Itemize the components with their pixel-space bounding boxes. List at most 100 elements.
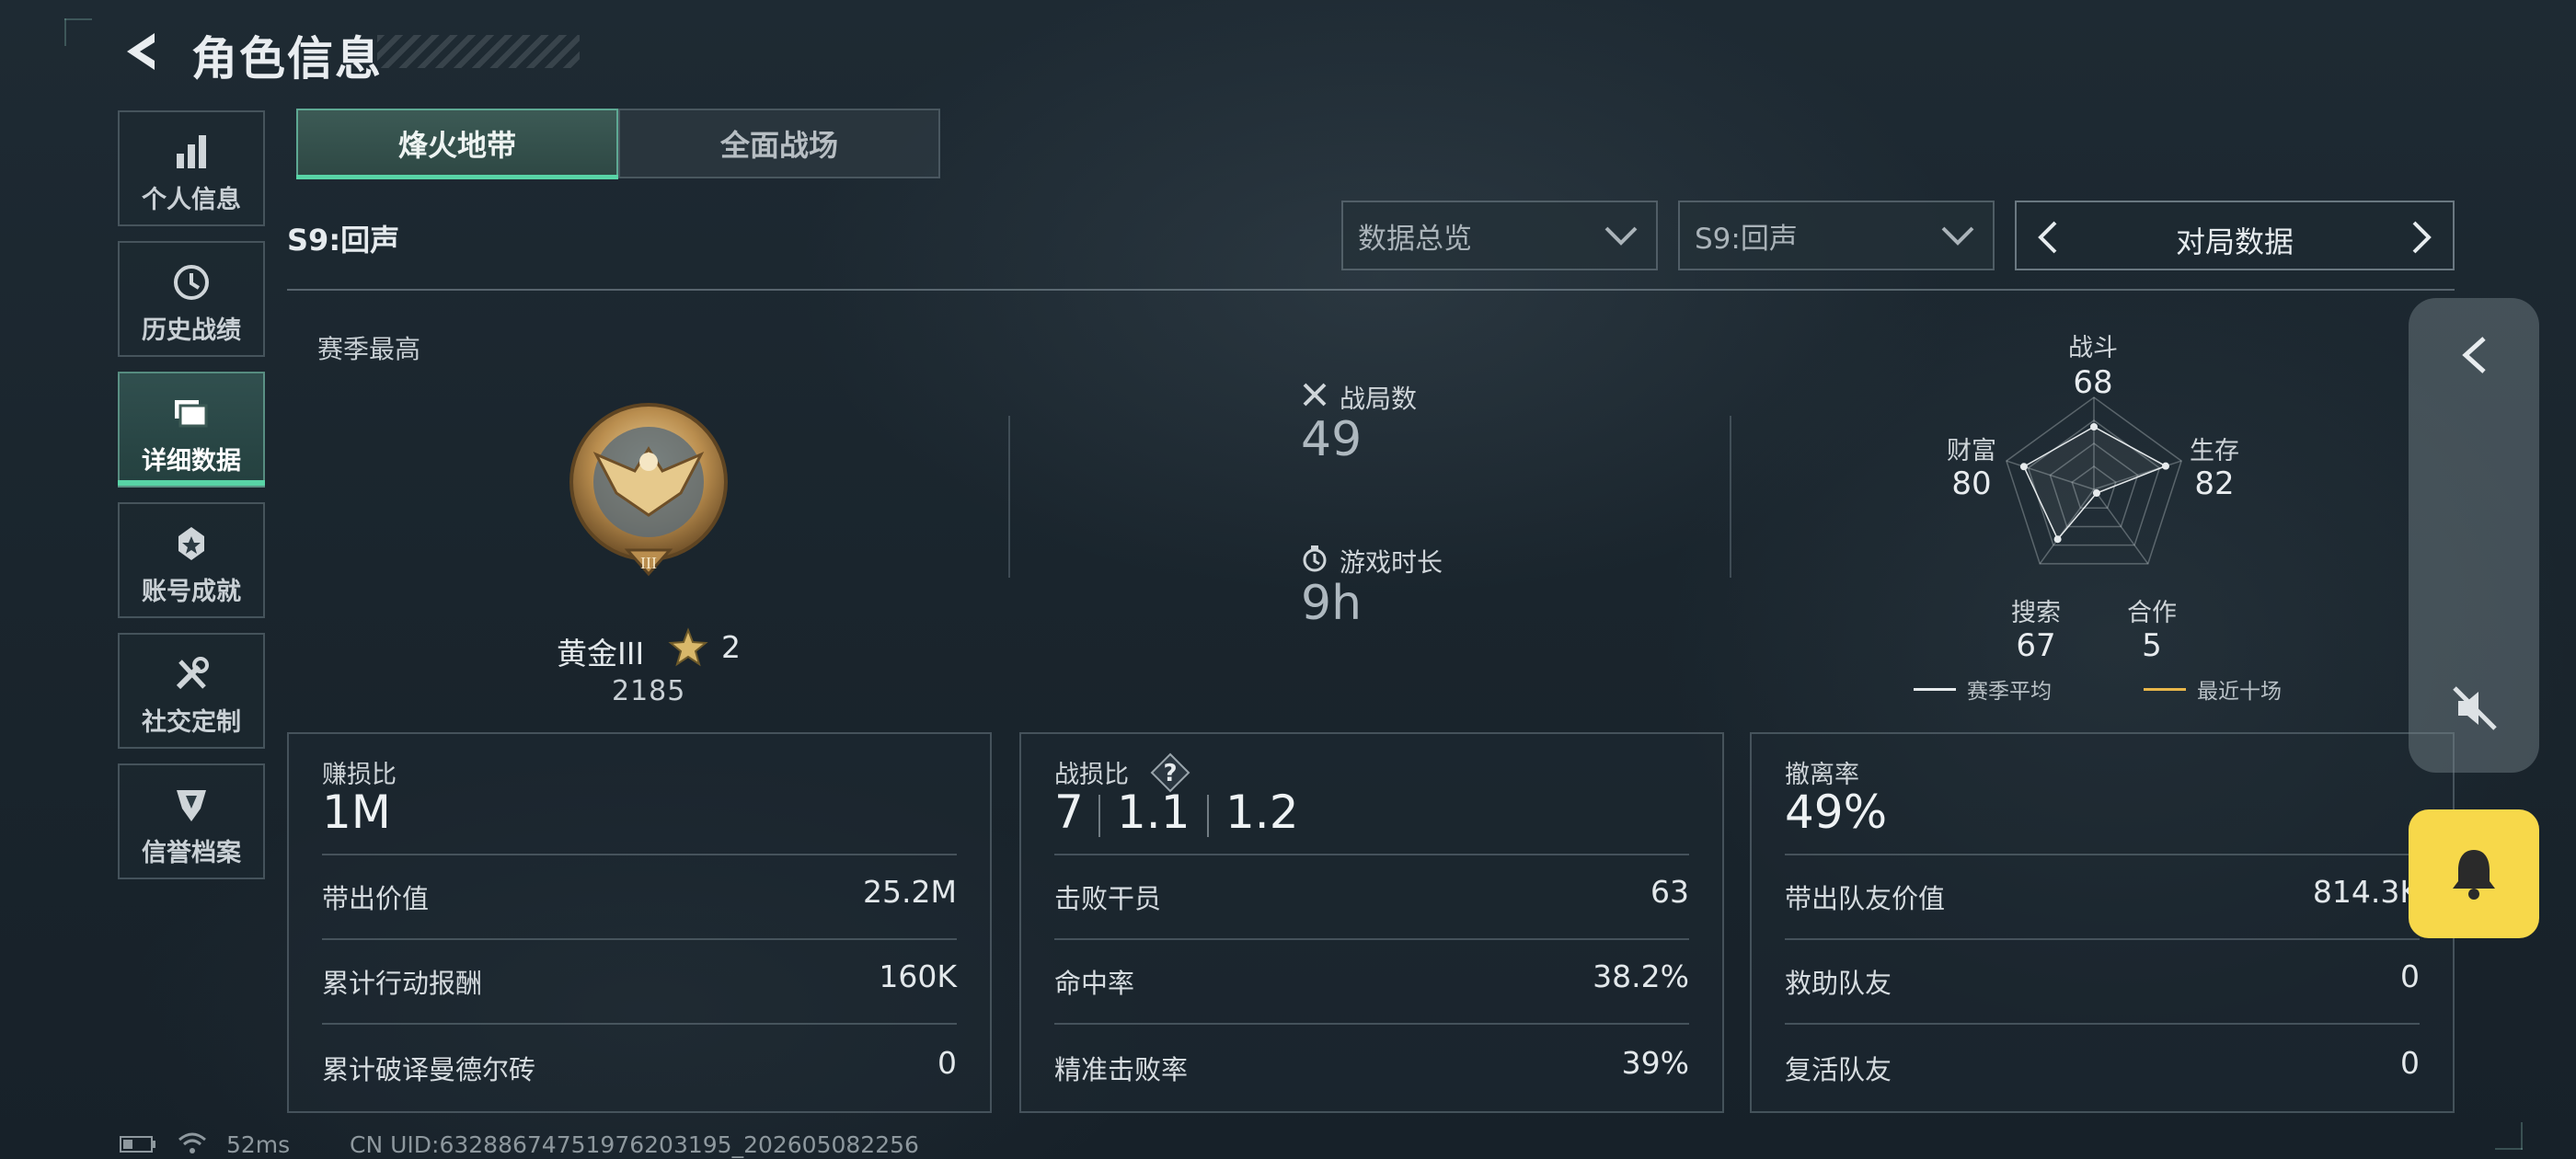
pager-label: 对局数据 <box>2175 224 2294 259</box>
ping-readout: 52ms <box>226 1131 291 1158</box>
radar-value-teamwork: 5 <box>2142 627 2162 664</box>
sidebar-item-personal-info[interactable]: 个人信息 <box>118 110 265 226</box>
row-divider <box>1785 854 2420 855</box>
row-value: 0 <box>2400 1045 2420 1081</box>
card-main-value: 1M <box>322 786 391 839</box>
sidebar-item-label: 社交定制 <box>142 708 241 737</box>
value-separator <box>1098 795 1100 837</box>
row-divider <box>322 854 957 855</box>
radar-label-teamwork: 合作 <box>2127 599 2177 627</box>
crossed-swords-icon <box>1303 383 1327 407</box>
sidebar-item-label: 详细数据 <box>142 447 241 476</box>
tab-full-battlefield[interactable]: 全面战场 <box>618 109 940 178</box>
medal-icon <box>178 527 204 560</box>
svg-text:?: ? <box>1163 760 1177 787</box>
radar-value-wealth: 80 <box>1951 465 1992 502</box>
radar-point <box>2092 489 2100 498</box>
row-label: 带出队友价值 <box>1785 883 1946 914</box>
card-main-value: 49% <box>1785 786 1888 839</box>
legend-swatch-season-avg <box>1914 688 1956 691</box>
radar-value-survival: 82 <box>2194 465 2235 502</box>
row-divider <box>1785 1023 2420 1025</box>
rank-score: 2185 <box>612 675 686 707</box>
kill-death-card: 战损比 ? 7 1.1 1.2 击败干员 63 命中率 38.2% 精准击败率 … <box>1019 732 1724 1113</box>
row-divider <box>1054 1023 1689 1025</box>
rank-star-count: 2 <box>721 629 741 665</box>
sidebar-item-detailed-data[interactable]: 详细数据 <box>118 372 265 488</box>
corner-mark <box>2521 1122 2523 1150</box>
chevron-down-icon <box>1604 226 1638 246</box>
row-value: 39% <box>1621 1045 1689 1081</box>
row-value: 25.2M <box>863 874 957 910</box>
svg-text:III: III <box>640 554 657 572</box>
row-value: 38.2% <box>1593 958 1689 994</box>
gold-rank-badge-icon: III <box>569 403 728 577</box>
user-uid: CN UID:6328867475197620319​5_20260508225… <box>350 1131 919 1158</box>
legend-swatch-recent-ten <box>2144 688 2186 691</box>
row-label: 救助队友 <box>1785 968 1892 999</box>
corner-mark <box>64 18 66 46</box>
row-label: 击败干员 <box>1054 883 1162 914</box>
sidebar-item-history[interactable]: 历史战绩 <box>118 241 265 357</box>
sidebar-item-social[interactable]: 社交定制 <box>118 633 265 749</box>
radar-value-combat: 68 <box>2073 364 2113 401</box>
tab-active-indicator <box>296 175 618 179</box>
season-best-label: 赛季最高 <box>317 334 421 364</box>
section-divider <box>287 289 2455 291</box>
page-title: 角色信息 <box>191 32 383 86</box>
kd-secondary: 1.1 <box>1117 786 1190 839</box>
radar-point <box>2053 535 2062 544</box>
row-label: 带出价值 <box>322 883 430 914</box>
row-label: 复活队友 <box>1785 1054 1892 1085</box>
season-label: S9:回声 <box>287 223 400 258</box>
collapse-arrow-icon[interactable] <box>2455 333 2495 377</box>
rank-name: 黄金III <box>557 636 645 671</box>
row-value: 814.3K <box>2312 874 2420 910</box>
match-data-pager: 对局数据 <box>2015 201 2455 270</box>
tab-warzone[interactable]: 烽火地带 <box>296 109 618 178</box>
vertical-divider <box>1730 416 1731 578</box>
value-separator <box>1207 795 1209 837</box>
row-label: 累计破译曼德尔砖 <box>322 1054 536 1085</box>
row-divider <box>1054 938 1689 940</box>
sidebar-active-indicator <box>118 480 265 486</box>
battery-icon <box>120 1136 155 1153</box>
row-label: 命中率 <box>1054 968 1135 999</box>
legend-recent-ten: 最近十场 <box>2197 680 2282 704</box>
legend-season-avg: 赛季平均 <box>1967 680 2052 704</box>
radar-label-search: 搜索 <box>2011 599 2061 627</box>
sidebar-item-label: 历史战绩 <box>142 316 241 345</box>
playtime-label: 游戏时长 <box>1340 547 1443 578</box>
star-icon <box>668 627 708 667</box>
profit-loss-card: 赚损比 1M 带出价值 25.2M 累计行动报酬 160K 累计破译曼德尔砖 0 <box>287 732 992 1113</box>
radar-label-survival: 生存 <box>2190 437 2239 465</box>
row-value: 160K <box>879 958 957 994</box>
data-type-dropdown[interactable]: 数据总览 <box>1341 201 1658 270</box>
radar-label-wealth: 财富 <box>1947 437 1996 465</box>
row-value: 63 <box>1650 874 1689 910</box>
chevron-right-icon[interactable] <box>2409 219 2436 256</box>
back-arrow-icon[interactable] <box>118 28 166 75</box>
radar-label-combat: 战斗 <box>2068 334 2118 362</box>
vertical-divider <box>1008 416 1010 578</box>
radar-value-search: 67 <box>2016 627 2056 664</box>
bell-icon <box>2453 850 2495 900</box>
dropdown-value: S9:回声 <box>1695 222 1798 256</box>
radar-point <box>2090 423 2098 430</box>
shield-icon <box>177 790 206 821</box>
stopwatch-icon <box>1303 545 1327 572</box>
speaker-muted-icon[interactable] <box>2447 681 2502 736</box>
radar-point <box>2161 462 2169 470</box>
season-dropdown[interactable]: S9:回声 <box>1678 201 1995 270</box>
row-divider <box>322 938 957 940</box>
tools-icon <box>176 657 209 690</box>
chevron-down-icon <box>1941 226 1974 246</box>
sidebar-item-reputation[interactable]: 信誉档案 <box>118 763 265 879</box>
cards-icon <box>175 400 208 428</box>
row-label: 精准击败率 <box>1054 1054 1189 1085</box>
radar-point <box>2019 463 2028 471</box>
sidebar-item-achievements[interactable]: 账号成就 <box>118 502 265 618</box>
dropdown-value: 数据总览 <box>1358 222 1472 256</box>
row-value: 0 <box>2400 958 2420 994</box>
row-divider <box>322 1023 957 1025</box>
